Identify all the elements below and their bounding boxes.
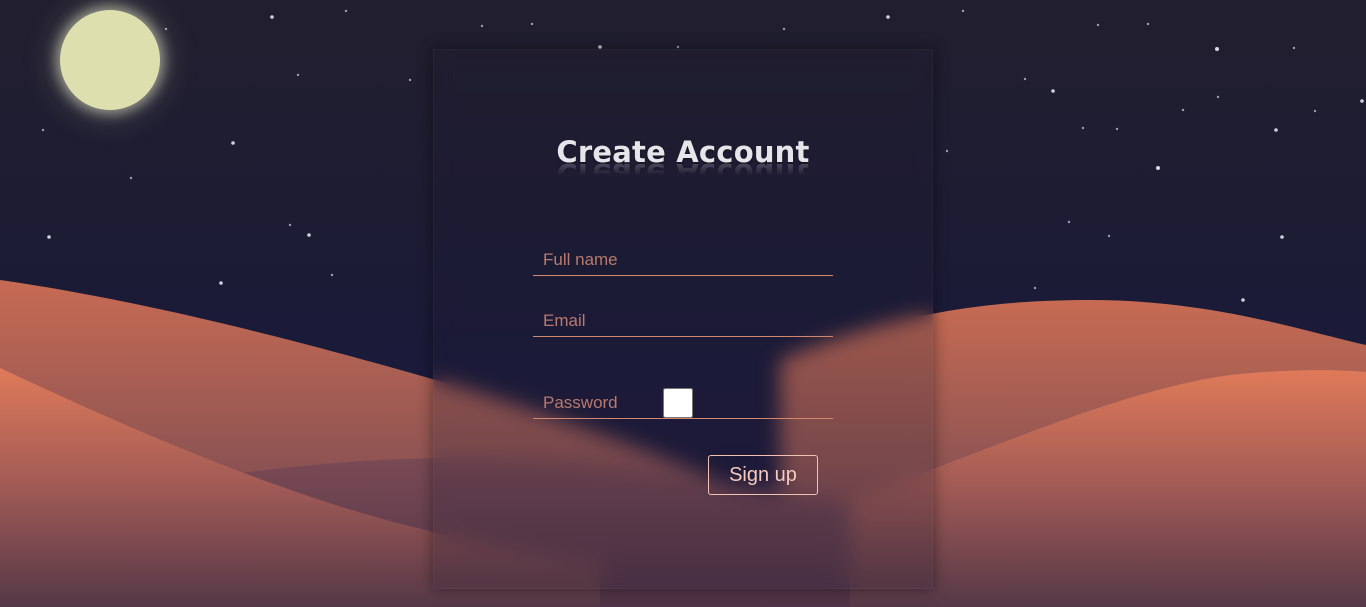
star-icon [1313,109,1317,113]
star-icon [1280,235,1284,239]
star-icon [288,223,292,227]
star-icon [1156,166,1160,170]
star-icon [1115,127,1119,131]
star-icon [1081,126,1085,130]
moon-icon [60,10,160,110]
password-field [533,388,833,419]
star-icon [886,15,890,19]
star-icon [1067,220,1071,224]
star-icon [1181,108,1185,112]
full-name-field [533,245,833,276]
star-icon [961,9,965,13]
signup-card: Create Account Sign up [433,49,933,589]
star-icon [330,273,334,277]
email-field [533,306,833,337]
star-icon [219,281,223,285]
star-icon [1274,128,1278,132]
star-icon [344,9,348,13]
star-icon [945,149,949,153]
star-icon [270,15,274,19]
full-name-input[interactable] [533,245,833,275]
star-icon [1051,89,1055,93]
page-title: Create Account [556,135,810,169]
star-icon [1292,46,1296,50]
star-icon [164,27,168,31]
star-icon [1107,234,1111,238]
star-icon [676,45,680,49]
star-icon [296,73,300,77]
sign-up-button[interactable]: Sign up [708,455,818,495]
star-icon [1360,99,1364,103]
show-password-checkbox[interactable] [533,388,823,418]
star-icon [1215,47,1219,51]
star-icon [1023,77,1027,81]
star-icon [231,141,235,145]
email-input[interactable] [533,306,833,336]
star-icon [782,27,786,31]
star-icon [1033,286,1037,290]
star-icon [1241,298,1245,302]
star-icon [530,22,534,26]
star-icon [307,233,311,237]
star-icon [1096,23,1100,27]
star-icon [408,78,412,82]
star-icon [41,128,45,132]
star-icon [47,235,51,239]
star-icon [1216,95,1220,99]
star-icon [480,24,484,28]
star-icon [129,176,133,180]
star-icon [1146,22,1150,26]
